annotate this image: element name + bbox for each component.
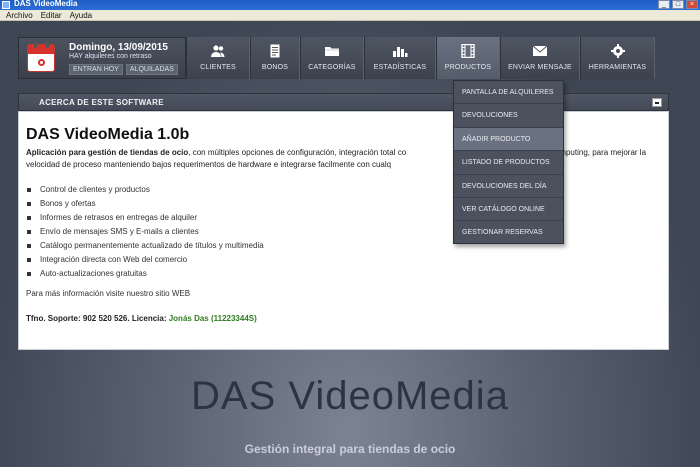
- product-title: DAS VideoMedia 1.0b: [26, 126, 190, 143]
- support-info: Tfno. Soporte: 902 520 526. Licencia: Jo…: [26, 314, 661, 323]
- nav-categorias[interactable]: CATEGORÍAS: [300, 37, 364, 79]
- nav-label: CATEGORÍAS: [308, 64, 356, 71]
- nav-estadisticas[interactable]: ESTADÍSTICAS: [364, 37, 436, 79]
- current-date: Domingo, 13/09/2015: [69, 42, 168, 53]
- nav-herramientas[interactable]: HERRAMIENTAS: [580, 37, 655, 79]
- collapse-button[interactable]: [652, 98, 662, 107]
- menu-ayuda[interactable]: Ayuda: [70, 10, 93, 20]
- about-panel: DAS VideoMedia 1.0b Aplicación para gest…: [18, 111, 669, 350]
- film-icon: [460, 43, 476, 59]
- folder-icon: [324, 44, 340, 58]
- intro-rest: , con múltiples opciones de configuració…: [188, 148, 407, 157]
- gear-icon: [610, 44, 626, 58]
- list-item: Informes de retrasos en entregas de alqu…: [26, 211, 661, 225]
- tab-entran-hoy[interactable]: ENTRAN HOY: [69, 64, 123, 75]
- nav-label: ENVIAR MENSAJE: [508, 64, 572, 71]
- late-rentals-notice: HAY alquileres con retraso: [69, 53, 152, 60]
- intro-text: Aplicación para gestión de tiendas de oc…: [26, 147, 662, 171]
- maximize-button[interactable]: □: [672, 0, 684, 9]
- nav-label: PRODUCTOS: [444, 64, 492, 71]
- menu-archivo[interactable]: Archivo: [6, 10, 33, 20]
- menu-item-gestionar-reservas[interactable]: GESTIONAR RESERVAS: [454, 221, 563, 244]
- nav-label: ESTADÍSTICAS: [373, 64, 427, 71]
- date-box: Domingo, 13/09/2015 HAY alquileres con r…: [18, 37, 186, 79]
- nav-productos[interactable]: PRODUCTOS: [436, 37, 500, 79]
- calendar-icon: [27, 42, 55, 72]
- nav-enviar-mensaje[interactable]: ENVIAR MENSAJE: [500, 37, 580, 79]
- list-item: Bonos y ofertas: [26, 197, 661, 211]
- list-item: Envío de mensajes SMS y E-mails a client…: [26, 225, 661, 239]
- menu-bar: Archivo Editar Ayuda: [0, 10, 700, 21]
- menu-item-devoluciones[interactable]: DEVOLUCIONES: [454, 104, 563, 128]
- close-button[interactable]: ×: [686, 0, 698, 9]
- tab-alquiladas[interactable]: ALQUILADAS: [125, 64, 178, 75]
- brand-logo-text: DAS VideoMedia: [191, 374, 509, 418]
- nav-clientes[interactable]: CLIENTES: [186, 37, 250, 79]
- menu-item-anadir-producto[interactable]: AÑADIR PRODUCTO: [454, 127, 563, 152]
- menu-editar[interactable]: Editar: [41, 10, 62, 20]
- list-item: Integración directa con Web del comercio: [26, 253, 661, 267]
- menu-item-listado-productos[interactable]: LISTADO DE PRODUCTOS: [454, 151, 563, 175]
- feature-list: Control de clientes y productos Bonos y …: [26, 183, 661, 281]
- header: Domingo, 13/09/2015 HAY alquileres con r…: [18, 37, 669, 97]
- menu-item-ver-catalogo[interactable]: VER CATÁLOGO ONLINE: [454, 198, 563, 222]
- about-panel-header: ACERCA DE ESTE SOFTWARE: [18, 93, 669, 111]
- support-label: Tfno. Soporte: 902 520 526. Licencia:: [26, 314, 169, 323]
- users-icon: [210, 44, 226, 58]
- list-item: Auto-actualizaciones gratuitas: [26, 267, 661, 281]
- tagline: Gestión integral para tiendas de ocio: [244, 442, 456, 456]
- menu-item-pantalla-alquileres[interactable]: PANTALLA DE ALQUILERES: [454, 81, 563, 105]
- nav-label: CLIENTES: [200, 64, 236, 71]
- nav-label: BONOS: [261, 64, 289, 71]
- app-area: Domingo, 13/09/2015 HAY alquileres con r…: [0, 21, 700, 467]
- nav-label: HERRAMIENTAS: [588, 64, 647, 71]
- list-item: Control de clientes y productos: [26, 183, 661, 197]
- menu-item-devoluciones-dia[interactable]: DEVOLUCIONES DEL DÍA: [454, 175, 563, 198]
- nav-bonos[interactable]: BONOS: [250, 37, 300, 79]
- app-icon: [2, 1, 10, 9]
- license-holder: Jonás Das (11223344S): [168, 314, 257, 323]
- main-nav: CLIENTES BONOS CATEGORÍAS ESTADÍSTICAS P…: [186, 37, 669, 79]
- window-title: DAS VideoMedia: [14, 0, 78, 8]
- bar-chart-icon: [392, 44, 408, 58]
- more-info-text: Para más información visite nuestro siti…: [26, 289, 191, 298]
- document-icon: [267, 44, 283, 58]
- productos-dropdown: PANTALLA DE ALQUILERES DEVOLUCIONES AÑAD…: [453, 80, 564, 244]
- window-titlebar[interactable]: DAS VideoMedia _ □ ×: [0, 0, 700, 10]
- panel-title: ACERCA DE ESTE SOFTWARE: [39, 98, 164, 107]
- envelope-icon: [532, 44, 548, 58]
- intro-bold: Aplicación para gestión de tiendas de oc…: [26, 148, 189, 157]
- minimize-button[interactable]: _: [658, 0, 670, 9]
- list-item: Catálogo permanentemente actualizado de …: [26, 239, 661, 253]
